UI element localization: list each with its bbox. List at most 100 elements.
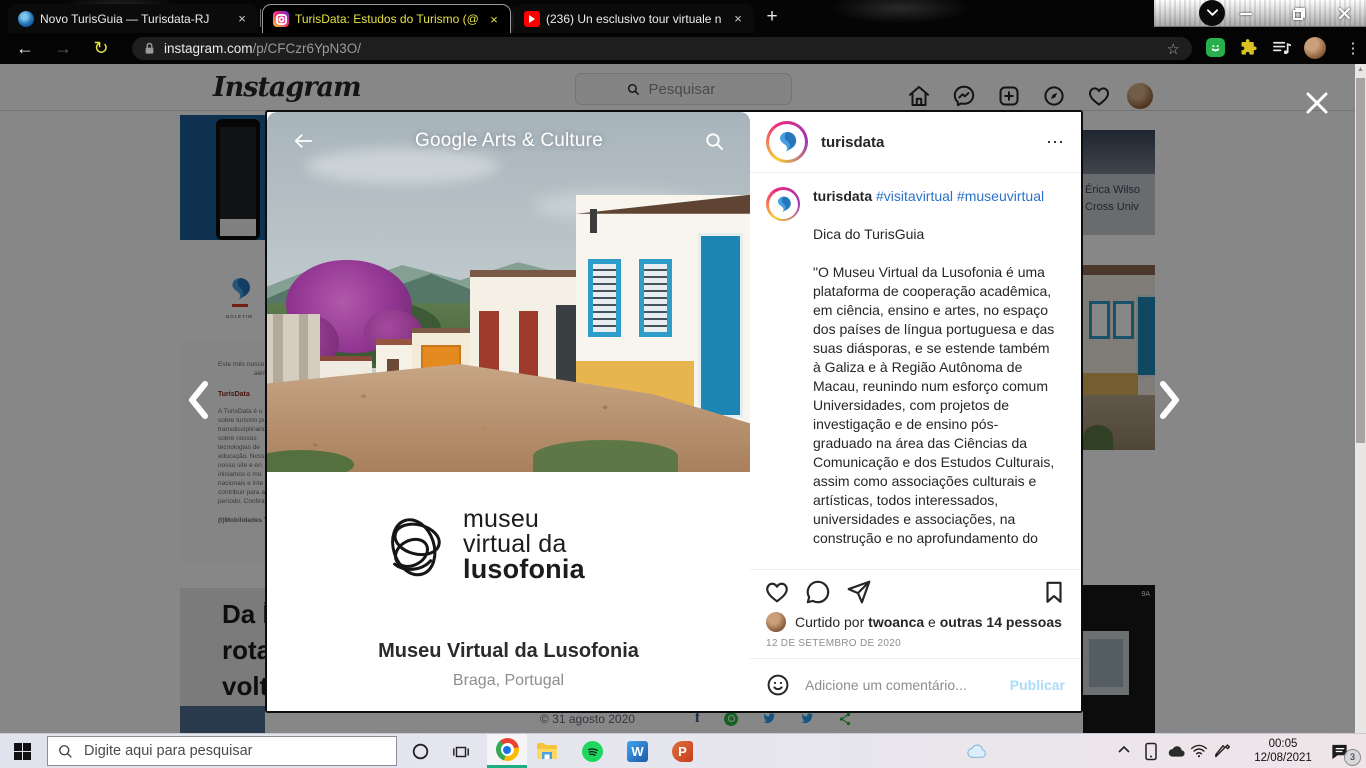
onedrive-cloud-icon[interactable] [1166, 744, 1185, 758]
post-options-icon[interactable]: ⋯ [1046, 132, 1065, 153]
post-header: turisdata ⋯ [750, 112, 1081, 173]
tray-chevron-up-icon[interactable] [1118, 745, 1130, 754]
start-button[interactable] [14, 743, 31, 760]
chrome-icon [496, 738, 519, 761]
lantern [590, 209, 597, 233]
likes-row[interactable]: Curtido por twoanca e outras 14 pessoas [764, 605, 1067, 632]
window-titlebar [1154, 0, 1366, 27]
profile-avatar[interactable] [1304, 37, 1326, 59]
cortana-icon[interactable] [412, 743, 429, 760]
next-post-arrow[interactable] [1158, 380, 1182, 420]
back-icon[interactable]: ← [12, 36, 38, 60]
browser-menu-kebab-icon[interactable]: ⋮ [1340, 37, 1366, 61]
post-actions: Curtido por twoanca e outras 14 pessoas … [750, 569, 1081, 658]
caption-intro: Dica do TurisGuia [813, 225, 1057, 244]
tab-youtube[interactable]: (236) Un esclusivo tour virtuale n × [514, 4, 754, 33]
other-likers[interactable]: outras 14 pessoas [940, 614, 1062, 630]
weather-cloud-icon[interactable] [965, 742, 987, 760]
like-heart-icon[interactable] [764, 579, 790, 605]
taskbar-search-input[interactable] [82, 742, 386, 760]
tab-turisguia[interactable]: Novo TurisGuia — Turisdata-RJ × [8, 4, 258, 33]
close-window-button[interactable] [1334, 4, 1354, 22]
url-path: /p/CFCzr6YpN3O/ [253, 41, 362, 56]
post-details: turisdata ⋯ turisdata #visitavirt [750, 112, 1081, 711]
caption-area[interactable]: turisdata #visitavirtual #museuvirtual D… [750, 173, 1081, 569]
back-arrow-icon[interactable] [293, 132, 313, 150]
file-explorer-icon[interactable] [536, 741, 558, 761]
publish-button[interactable]: Publicar [1010, 677, 1065, 693]
extensions-puzzle-icon[interactable] [1240, 38, 1258, 56]
wifi-icon[interactable] [1190, 743, 1208, 758]
post-media[interactable]: Google Arts & Culture [267, 112, 750, 711]
tab-title: Novo TurisGuia — Turisdata-RJ [40, 12, 228, 26]
turisdata-logo [774, 195, 793, 214]
tab-separator [260, 9, 261, 27]
scrollbar-thumb[interactable] [1356, 78, 1365, 443]
close-modal-icon[interactable] [1303, 89, 1331, 117]
playlist-music-icon[interactable] [1272, 38, 1291, 57]
post-date: 12 DE SETEMBRO DE 2020 [764, 632, 1067, 658]
museum-card: museu virtual da lusofonia Museu Virtual… [267, 472, 750, 711]
chevron-down-icon [1207, 9, 1218, 17]
bookmark-star-icon[interactable]: ☆ [1167, 40, 1180, 58]
post-username[interactable]: turisdata [821, 134, 884, 151]
liker-name[interactable]: twoanca [868, 614, 924, 630]
museum-location: Braga, Portugal [267, 672, 750, 690]
instagram-favicon [273, 11, 289, 27]
screen: Novo TurisGuia — Turisdata-RJ × TurisDat… [0, 0, 1366, 768]
tab-instagram-active[interactable]: TurisData: Estudos do Turismo (@ × [262, 4, 511, 33]
turisguia-favicon [18, 11, 34, 27]
tab-search-button[interactable] [1199, 0, 1225, 26]
tab-title: (236) Un esclusivo tour virtuale n [546, 12, 724, 26]
youtube-favicon [524, 11, 540, 27]
word-icon[interactable]: W [627, 741, 648, 762]
tab-close-icon[interactable]: × [730, 11, 746, 26]
spotify-icon[interactable] [582, 741, 603, 762]
share-plane-icon[interactable] [846, 579, 872, 605]
minimize-button[interactable] [1236, 4, 1256, 22]
gac-title: Google Arts & Culture [313, 130, 705, 152]
search-icon[interactable] [705, 132, 724, 151]
caption-hashtags[interactable]: #visitavirtual #museuvirtual [876, 188, 1044, 204]
taskbar-search-box[interactable] [47, 736, 397, 766]
task-view-icon[interactable] [452, 743, 470, 761]
tab-close-icon[interactable]: × [234, 11, 250, 26]
tab-close-icon[interactable]: × [486, 12, 502, 27]
clock-date: 12/08/2021 [1243, 751, 1323, 765]
caption-body: "O Museu Virtual da Lusofonia é uma plat… [813, 263, 1057, 548]
taskbar-clock[interactable]: 00:05 12/08/2021 [1243, 737, 1323, 765]
powerpoint-icon[interactable]: P [672, 741, 693, 762]
author-avatar[interactable] [766, 121, 808, 163]
restore-button[interactable] [1288, 4, 1308, 22]
forward-icon[interactable]: → [50, 36, 76, 60]
grass-patch [533, 440, 678, 472]
chrome-taskbar-active[interactable] [487, 734, 527, 768]
page-scrollbar[interactable]: ▲ [1355, 64, 1366, 733]
notification-count-badge: 3 [1344, 749, 1361, 766]
museum-title: Museu Virtual da Lusofonia [267, 640, 750, 663]
museum-logo-mark [379, 509, 453, 581]
caption-username[interactable]: turisdata [813, 188, 872, 204]
caption-avatar[interactable] [766, 187, 800, 221]
emoji-smiley-icon[interactable] [766, 673, 790, 697]
browser-toolbar: ← → ↻ instagram.com/p/CFCzr6YpN3O/ ☆ ⋮ [0, 33, 1366, 64]
url-host: instagram.com [164, 41, 253, 56]
comment-icon[interactable] [805, 579, 831, 605]
previous-post-arrow[interactable] [186, 380, 210, 420]
windows-ink-pen-icon[interactable] [1213, 742, 1230, 759]
reload-icon[interactable]: ↻ [88, 36, 114, 60]
windows-taskbar: W P 23°C Nublado 00:05 12/08/2021 [0, 733, 1366, 768]
new-tab-button[interactable]: + [760, 6, 784, 28]
scrollbar-up-arrow[interactable]: ▲ [1355, 64, 1366, 76]
lock-icon [144, 42, 155, 55]
comment-bar: Publicar [750, 658, 1081, 711]
turisdata-logo [775, 130, 799, 154]
bookmark-icon[interactable] [1041, 579, 1067, 605]
post-modal: Google Arts & Culture [265, 110, 1083, 713]
blerp-extension-icon[interactable] [1206, 38, 1225, 57]
comment-input[interactable] [803, 676, 1010, 694]
liker-avatar[interactable] [766, 612, 786, 632]
clock-time: 00:05 [1243, 737, 1323, 751]
your-phone-icon[interactable] [1143, 742, 1159, 761]
address-bar[interactable]: instagram.com/p/CFCzr6YpN3O/ ☆ [132, 37, 1192, 60]
